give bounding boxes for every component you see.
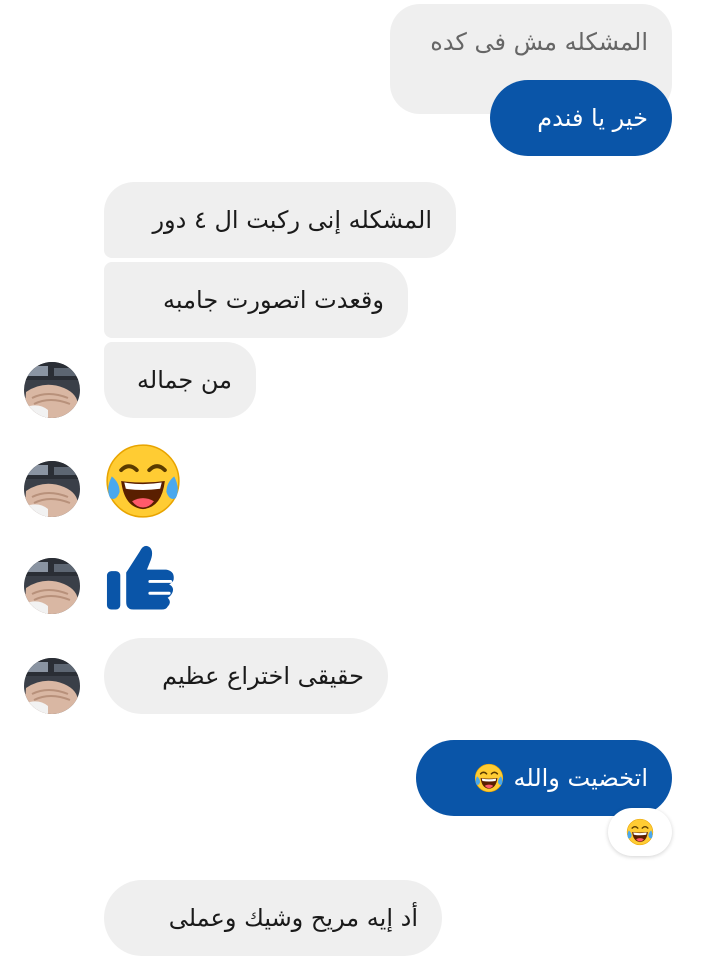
avatar-image (24, 362, 80, 418)
message-bubble-received[interactable]: وقعدت اتصورت جامبه (104, 262, 408, 338)
message-text: حقيقى اختراع عظيم (162, 662, 364, 690)
message-bubble-received[interactable]: من جماله (104, 342, 256, 418)
laughing-reaction-icon (626, 818, 654, 846)
message-bubble-received[interactable]: المشكله إنى ركبت ال ٤ دور (104, 182, 456, 258)
message-text: خير يا فندم (537, 104, 648, 132)
message-bubble-sent[interactable]: خير يا فندم (490, 80, 672, 156)
message-text: أد إيه مريح وشيك وعملى (168, 904, 418, 932)
message-text: المشكله مش فى كده (430, 28, 648, 56)
message-text: اتخضيت والله (513, 764, 648, 792)
contact-avatar[interactable] (24, 362, 80, 418)
avatar-image (24, 461, 80, 517)
message-bubble-received[interactable]: حقيقى اختراع عظيم (104, 638, 388, 714)
contact-avatar[interactable] (24, 461, 80, 517)
message-text: وقعدت اتصورت جامبه (163, 286, 384, 314)
contact-avatar[interactable] (24, 658, 80, 714)
message-bubble-received[interactable]: أد إيه مريح وشيك وعملى (104, 880, 442, 956)
message-bubble-sent[interactable]: اتخضيت والله (416, 740, 672, 816)
avatar-image (24, 558, 80, 614)
laughing-emoji-icon[interactable] (104, 442, 182, 520)
message-text: المشكله إنى ركبت ال ٤ دور (152, 206, 432, 234)
contact-avatar[interactable] (24, 558, 80, 614)
laughing-emoji-icon (474, 763, 504, 793)
avatar-image (24, 658, 80, 714)
thumbs-up-icon[interactable] (104, 540, 178, 614)
message-text: من جماله (137, 366, 232, 394)
reaction-badge[interactable] (608, 808, 672, 856)
